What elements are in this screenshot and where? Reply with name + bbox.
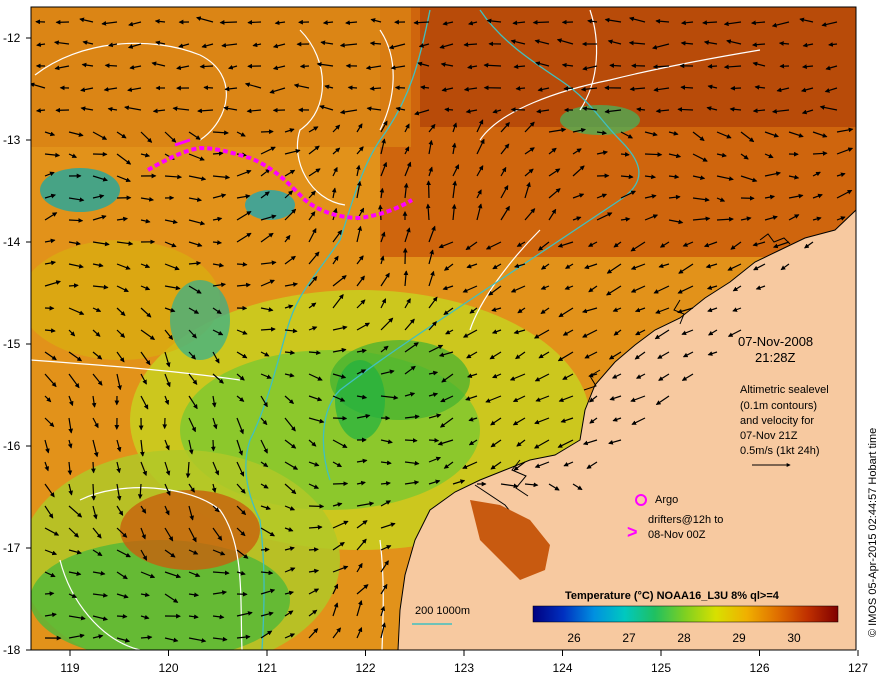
velocity-arrow: [299, 63, 310, 69]
latitude-tick-label: -18: [3, 643, 21, 657]
longitude-tick-label: 120: [158, 661, 178, 675]
longitude-tick-label: 127: [848, 661, 868, 675]
altimetry-line: and velocity for: [740, 415, 814, 427]
velocity-arrow: [644, 152, 663, 157]
velocity-arrow: [68, 283, 79, 289]
velocity-arrow: [236, 262, 248, 267]
latitude-axis: -12 -13 -14 -15 -16 -17 -18: [3, 31, 31, 657]
velocity-arrow: [444, 107, 454, 113]
altimetry-line: Altimetric sealevel: [740, 384, 829, 396]
velocity-arrow: [677, 107, 694, 112]
credit-label: © IMOS 05-Apr-2015 02:44:57 Hobart time: [867, 428, 879, 637]
colorbar-tick-label: 28: [677, 631, 691, 645]
velocity-arrow: [199, 64, 214, 69]
velocity-arrow: [394, 85, 406, 91]
velocity-arrow: [116, 613, 128, 619]
velocity-arrow: [260, 547, 270, 553]
velocity-arrow: [332, 481, 349, 487]
velocity-arrow: [510, 107, 526, 113]
velocity-arrow: [203, 85, 214, 91]
velocity-arrow: [104, 63, 118, 68]
velocity-arrow: [515, 86, 526, 91]
velocity-arrow: [609, 63, 622, 68]
latitude-tick-label: -17: [3, 541, 21, 555]
latitude-tick-label: -12: [3, 31, 21, 45]
colorbar-scale: [532, 605, 839, 623]
velocity-arrow: [428, 438, 440, 443]
velocity-arrow: [44, 591, 55, 597]
altimetry-line: (0.1m contours): [740, 400, 817, 412]
velocity-arrow: [532, 20, 550, 25]
velocity-arrow: [247, 20, 262, 25]
velocity-arrow: [68, 218, 84, 223]
velocity-arrow: [308, 547, 319, 552]
longitude-tick-label: 122: [355, 661, 375, 675]
velocity-arrow: [260, 129, 274, 135]
velocity-arrow: [332, 415, 348, 421]
altimetry-line: 07-Nov 21Z: [740, 430, 798, 442]
sst-map: 119 120 121 122 123 124 125 126 127 -12 -13 -14 -15…: [3, 6, 879, 675]
colorbar-tick-label: 29: [732, 631, 746, 645]
drifters-line: 08-Nov 00Z: [648, 529, 706, 541]
velocity-arrow: [91, 483, 96, 501]
longitude-tick-label: 126: [749, 661, 769, 675]
velocity-arrow: [308, 503, 325, 509]
latitude-tick-label: -16: [3, 439, 21, 453]
velocity-arrow: [426, 180, 432, 199]
latitude-tick-label: -13: [3, 133, 21, 147]
drifters-line: drifters@12h to: [648, 514, 723, 526]
velocity-arrow: [730, 85, 742, 91]
velocity-arrow: [680, 85, 694, 90]
latitude-tick-label: -15: [3, 337, 21, 351]
velocity-arrow: [707, 63, 718, 69]
velocity-arrow: [369, 86, 382, 91]
longitude-axis: 119 120 121 122 123 124 125 126 127: [60, 650, 868, 675]
velocity-arrow: [210, 439, 216, 452]
sea-surface-temperature-field: [31, 7, 856, 650]
longitude-tick-label: 124: [552, 661, 572, 675]
altimetry-line: 0.5m/s (1kt 24h): [740, 445, 819, 457]
longitude-tick-label: 119: [60, 661, 79, 675]
colorbar-tick-label: 26: [567, 631, 581, 645]
latitude-tick-label: -14: [3, 235, 21, 249]
colorbar-tick-label: 27: [622, 631, 636, 645]
argo-label: Argo: [655, 494, 678, 506]
velocity-arrow: [90, 461, 96, 474]
velocity-arrow: [404, 438, 418, 443]
time-label: 21:28Z: [755, 350, 796, 365]
date-label: 07-Nov-2008: [738, 334, 813, 349]
velocity-arrow: [219, 20, 238, 25]
velocity-arrow: [347, 85, 358, 91]
velocity-arrow: [620, 152, 630, 157]
longitude-tick-label: 125: [651, 661, 671, 675]
longitude-tick-label: 123: [454, 661, 474, 675]
colorbar-tick-label: 30: [787, 631, 801, 645]
longitude-tick-label: 121: [257, 661, 277, 675]
drifter-marker: >: [627, 522, 638, 542]
depth-legend-label: 200 1000m: [415, 605, 470, 617]
velocity-arrow: [812, 151, 828, 156]
colorbar-title: Temperature (°C) NOAA16_L3U 8% ql>=4: [565, 590, 780, 602]
